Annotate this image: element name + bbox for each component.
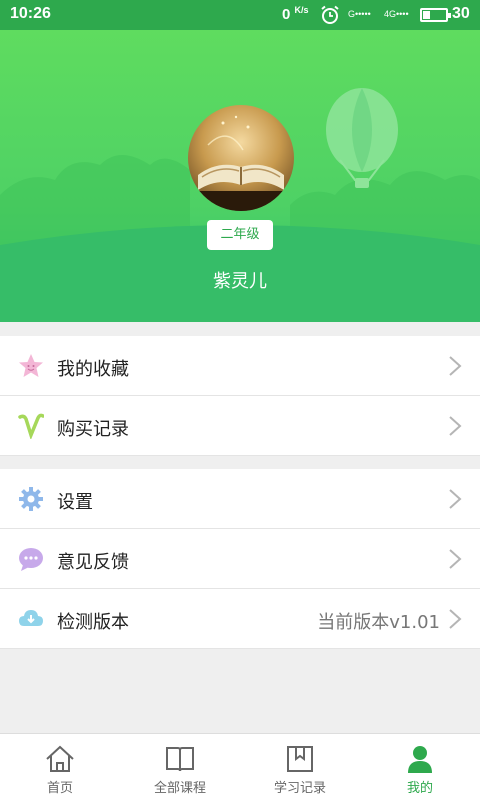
tab-all-courses[interactable]: 全部课程	[120, 734, 240, 800]
menu-label: 我的收藏	[57, 359, 129, 380]
signal-4g-icon: 4G••••	[384, 9, 409, 19]
username: 紫灵儿	[213, 271, 267, 292]
tab-mine[interactable]: 我的	[360, 734, 480, 800]
home-icon	[46, 745, 74, 772]
tab-label: 全部课程	[153, 781, 206, 796]
avatar[interactable]	[188, 105, 294, 211]
tab-label: 学习记录	[273, 781, 326, 796]
bookmark-book-icon	[287, 746, 313, 772]
current-version: 当前版本v1.01	[317, 612, 440, 633]
gear-icon	[19, 487, 43, 511]
tab-study-records[interactable]: 学习记录	[240, 734, 360, 800]
menu-item-feedback[interactable]: 意见反馈	[0, 529, 480, 589]
menu-item-settings[interactable]: 设置	[0, 469, 480, 529]
cloud-download-icon	[19, 610, 43, 626]
tab-label: 首页	[46, 781, 73, 796]
menu-label: 检测版本	[57, 612, 129, 633]
chat-bubble-icon	[19, 548, 43, 571]
chevron-right-icon	[449, 549, 462, 569]
alarm-icon	[321, 5, 339, 24]
tab-home[interactable]: 首页	[0, 734, 120, 800]
menu-label: 意见反馈	[57, 552, 129, 573]
star-face-icon	[19, 354, 43, 377]
menu-label: 设置	[57, 492, 93, 513]
bottom-tab-bar: 首页 全部课程 学习记录 我的	[0, 733, 480, 800]
chevron-right-icon	[449, 489, 462, 509]
chevron-right-icon	[449, 416, 462, 436]
network-speed: 0 K/s	[282, 5, 309, 23]
menu-group-app: 设置 意见反馈 检测版本 当前版本v1.01	[0, 469, 480, 649]
menu-label: 购买记录	[57, 419, 129, 440]
chevron-right-icon	[449, 609, 462, 629]
book-icon	[166, 747, 194, 772]
menu-group-account: 我的收藏 购买记录	[0, 336, 480, 456]
status-time: 10:26	[10, 5, 51, 22]
profile-header: 二年级 紫灵儿	[0, 30, 480, 322]
balloon-icon	[326, 88, 398, 188]
menu-item-purchase-history[interactable]: 购买记录	[0, 396, 480, 456]
battery-level: 30	[452, 5, 470, 22]
open-book-image	[188, 115, 294, 211]
status-bar: 10:26 0 K/s G••••• 4G•••• 30	[0, 0, 480, 30]
tab-label: 我的	[406, 781, 433, 796]
battery-icon	[420, 8, 451, 22]
person-icon	[408, 746, 432, 773]
chevron-right-icon	[449, 356, 462, 376]
signal-icon: G•••••	[348, 9, 371, 19]
menu-item-check-version[interactable]: 检测版本 当前版本v1.01	[0, 589, 480, 649]
menu-item-favorites[interactable]: 我的收藏	[0, 336, 480, 396]
v-icon	[18, 413, 44, 439]
grade-badge: 二年级	[207, 220, 273, 250]
